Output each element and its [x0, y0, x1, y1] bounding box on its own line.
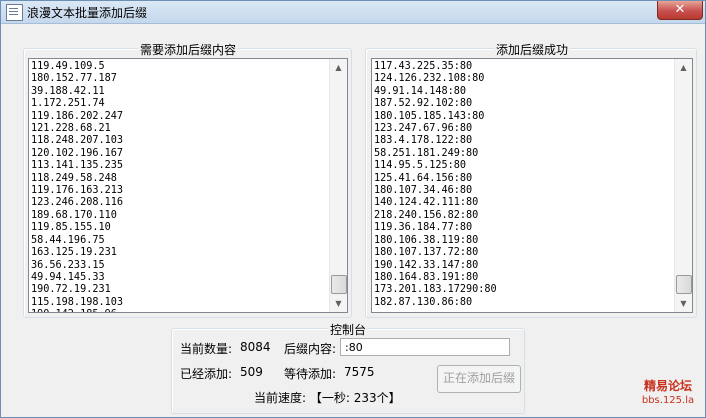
title-bar[interactable]: 浪漫文本批量添加后缀 ✕ — [1, 1, 705, 24]
forum-watermark: 精易论坛 bbs.125.la — [633, 379, 703, 407]
result-line: 58.251.181.249:80 — [374, 147, 479, 159]
source-line: 190.142.185.96 — [31, 309, 329, 312]
scroll-thumb[interactable] — [331, 275, 347, 294]
result-line: 173.201.183.17290:80 — [374, 284, 497, 296]
speed-text: 当前速度: 【一秒: 233个】 — [254, 391, 401, 405]
source-line: 1.172.251.74 — [31, 98, 105, 110]
scroll-down-icon[interactable]: ▼ — [330, 295, 347, 312]
console-label: 控制台 — [328, 321, 369, 338]
result-scrollbar[interactable]: ▲ ▼ — [674, 59, 692, 312]
result-line: 180.107.34.46:80 — [374, 185, 473, 197]
source-lines: 119.49.109.5 180.152.77.187 39.188.42.11 1.… — [31, 61, 329, 312]
source-content-group: 需要添加后缀内容 119.49.109.5 180.152.77.187 39.18… — [23, 41, 352, 318]
window-title: 浪漫文本批量添加后缀 — [27, 6, 148, 20]
source-line: 180.152.77.187 — [31, 73, 117, 85]
source-line: 58.44.196.75 — [31, 234, 105, 246]
result-line: 187.52.92.102:80 — [374, 98, 473, 110]
result-content-textarea[interactable]: 117.43.225.35:80 124.126.232.108:80 49.91.… — [371, 58, 693, 313]
result-line: 124.126.232.108:80 — [374, 73, 485, 85]
added-label: 已经添加: — [180, 367, 233, 381]
source-line: 113.141.135.235 — [31, 160, 124, 172]
source-line: 123.246.208.116 — [31, 197, 124, 209]
close-button[interactable]: ✕ — [657, 1, 703, 20]
current-count-value: 8084 — [240, 340, 271, 354]
console-group: 控制台 当前数量: 8084 后缀内容: 已经添加: 509 等待添加: 757… — [171, 321, 525, 414]
scroll-thumb[interactable] — [676, 275, 692, 294]
watermark-line2: bbs.125.la — [641, 395, 695, 406]
source-line: 189.68.170.110 — [31, 209, 117, 221]
result-line: 180.106.38.119:80 — [374, 234, 479, 246]
result-line: 190.142.33.147:80 — [374, 259, 479, 271]
scroll-up-icon[interactable]: ▲ — [330, 59, 347, 76]
source-content-textarea[interactable]: 119.49.109.5 180.152.77.187 39.188.42.11 1.… — [28, 58, 348, 313]
app-icon — [6, 4, 23, 21]
result-line: 123.247.67.96:80 — [374, 123, 473, 135]
result-line: 125.41.64.156:80 — [374, 172, 473, 184]
scroll-down-icon[interactable]: ▼ — [675, 295, 692, 312]
suffix-input[interactable] — [340, 338, 510, 356]
result-line: 180.107.137.72:80 — [374, 247, 479, 259]
result-line: 119.36.184.77:80 — [374, 222, 473, 234]
result-line: 180.164.83.191:80 — [374, 271, 479, 283]
result-content-label: 添加后缀成功 — [494, 41, 571, 58]
source-line: 118.249.58.248 — [31, 172, 117, 184]
source-line: 119.186.202.247 — [31, 110, 124, 122]
result-line: 180.105.185.143:80 — [374, 110, 485, 122]
watermark-line1: 精易论坛 — [643, 379, 692, 393]
result-line: 218.240.156.82:80 — [374, 209, 479, 221]
source-line: 36.56.233.15 — [31, 259, 105, 271]
source-line: 163.125.19.231 — [31, 247, 117, 259]
added-value: 509 — [240, 365, 263, 379]
source-line: 190.72.19.231 — [31, 284, 111, 296]
result-line: 49.91.14.148:80 — [374, 85, 467, 97]
source-content-label: 需要添加后缀内容 — [138, 41, 239, 58]
source-line: 119.85.155.10 — [31, 222, 111, 234]
result-line: 140.124.42.111:80 — [374, 197, 479, 209]
source-line: 118.248.207.103 — [31, 135, 124, 147]
source-line: 119.176.163.213 — [31, 185, 124, 197]
result-lines: 117.43.225.35:80 124.126.232.108:80 49.91.… — [374, 61, 674, 309]
source-line: 119.49.109.5 — [31, 61, 105, 72]
app-window: 浪漫文本批量添加后缀 ✕ 需要添加后缀内容 119.49.109.5 180.15… — [0, 0, 706, 418]
source-line: 39.188.42.11 — [31, 85, 105, 97]
suffix-label: 后缀内容: — [284, 342, 337, 356]
current-count-label: 当前数量: — [180, 342, 233, 356]
waiting-value: 7575 — [344, 365, 375, 379]
source-line: 49.94.145.33 — [31, 271, 105, 283]
source-scrollbar[interactable]: ▲ ▼ — [329, 59, 347, 312]
result-line: 182.87.130.86:80 — [374, 296, 473, 308]
source-line: 121.228.68.21 — [31, 123, 111, 135]
result-line: 114.95.5.125:80 — [374, 160, 467, 172]
result-line: 183.4.178.122:80 — [374, 135, 473, 147]
result-line: 117.43.225.35:80 — [374, 61, 473, 72]
source-line: 115.198.198.103 — [31, 296, 124, 308]
scroll-up-icon[interactable]: ▲ — [675, 59, 692, 76]
result-content-group: 添加后缀成功 117.43.225.35:80 124.126.232.108:8… — [365, 41, 697, 318]
add-suffix-button[interactable]: 正在添加后缀 — [437, 365, 521, 393]
waiting-label: 等待添加: — [284, 367, 337, 381]
source-line: 120.102.196.167 — [31, 147, 124, 159]
